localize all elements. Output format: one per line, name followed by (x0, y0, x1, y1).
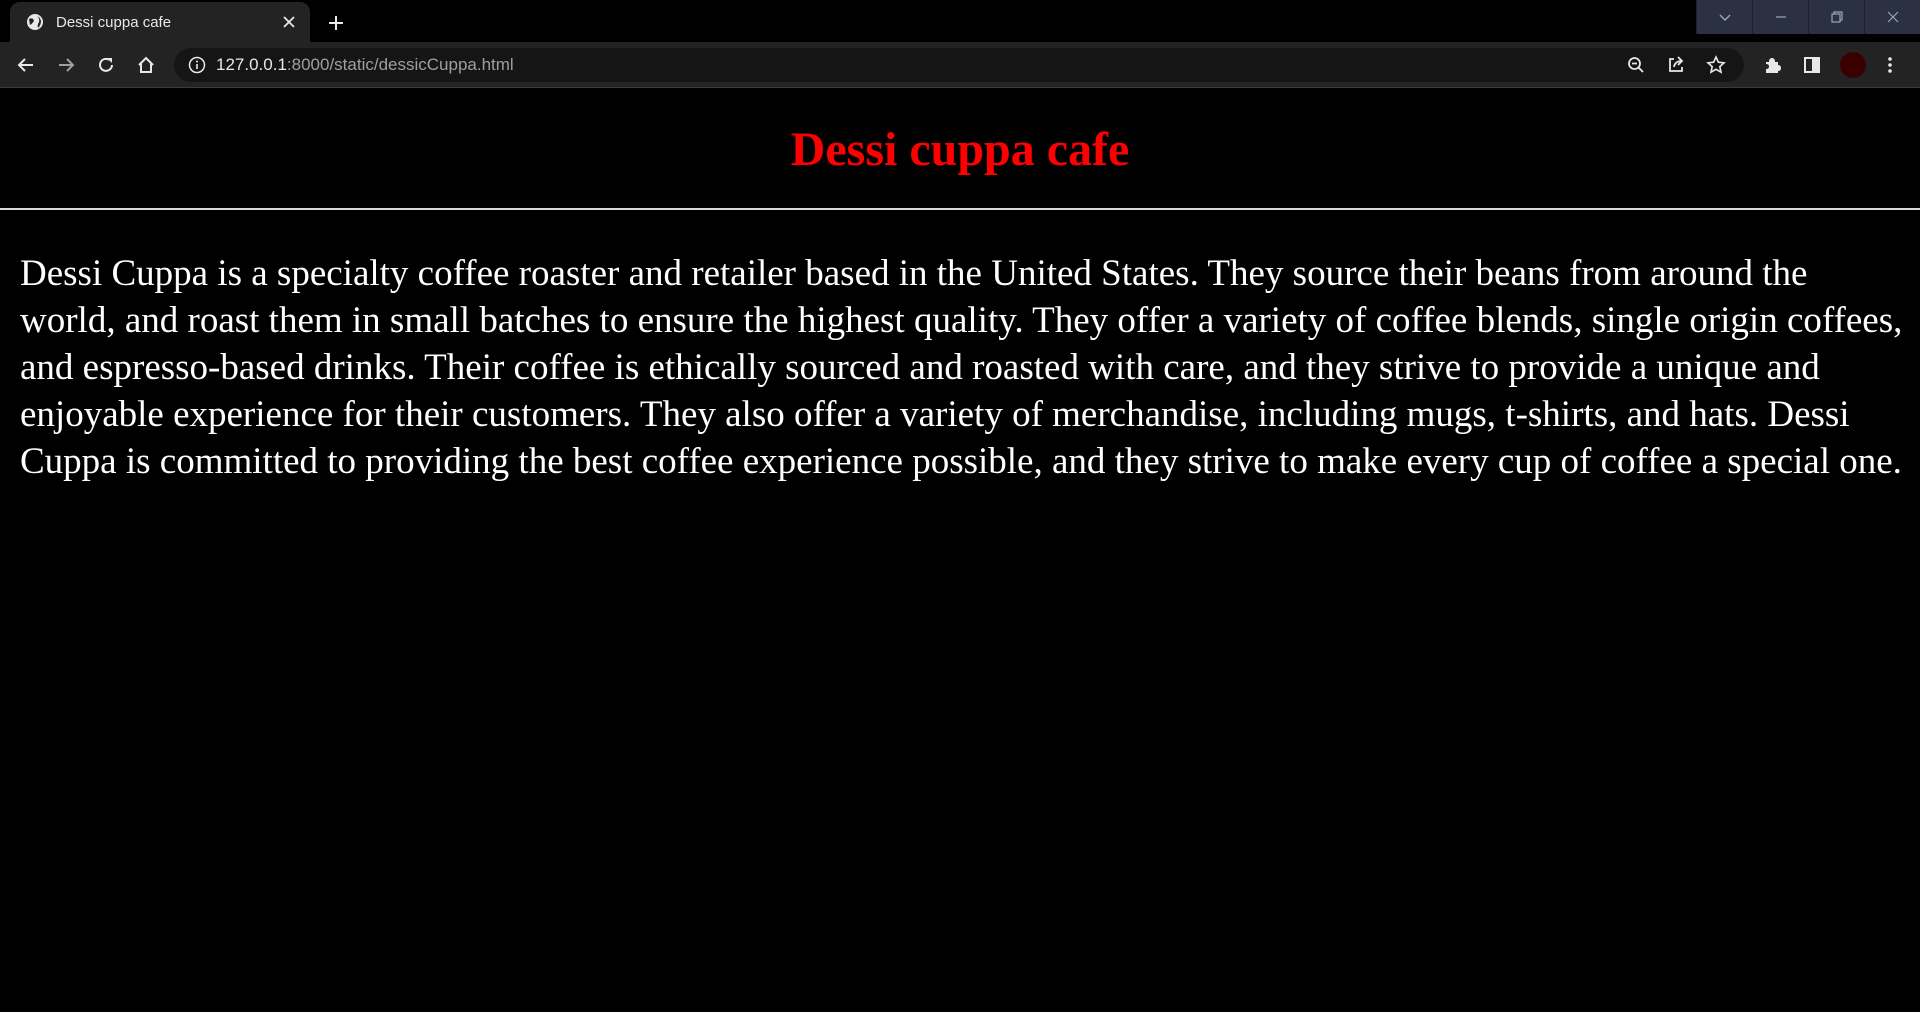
window-close-icon[interactable] (1864, 0, 1920, 34)
plus-icon[interactable] (322, 9, 350, 37)
puzzle-icon[interactable] (1754, 47, 1790, 83)
minimize-icon[interactable] (1752, 0, 1808, 34)
reload-icon[interactable] (88, 47, 124, 83)
url-path: :8000/static/dessicCuppa.html (286, 54, 514, 74)
close-icon[interactable] (278, 11, 300, 33)
page-title: Dessi cuppa cafe (790, 123, 1130, 176)
arrow-left-icon[interactable] (8, 47, 44, 83)
url-text[interactable]: 127.0.0.1:8000/static/dessicCuppa.html (216, 55, 1616, 75)
home-icon[interactable] (128, 47, 164, 83)
tab-active[interactable]: Dessi cuppa cafe (10, 2, 310, 42)
browser-window: Dessi cuppa cafe 127.0.0.1:8000/static/d… (0, 0, 1920, 1012)
address-bar[interactable]: 127.0.0.1:8000/static/dessicCuppa.html (174, 47, 1744, 82)
kebab-menu-icon[interactable] (1872, 47, 1908, 83)
toolbar-right (1754, 47, 1912, 83)
address-bar-actions (1616, 50, 1736, 80)
restore-icon[interactable] (1808, 0, 1864, 34)
side-panel-icon[interactable] (1794, 47, 1830, 83)
tab-search-chevron-down-icon[interactable] (1696, 0, 1752, 34)
tab-title: Dessi cuppa cafe (56, 13, 172, 31)
tab-strip: Dessi cuppa cafe (0, 0, 1920, 42)
page-viewport: Dessi cuppa cafe Dessi Cuppa is a specia… (0, 88, 1920, 1012)
arrow-right-icon[interactable] (48, 47, 84, 83)
zoom-icon[interactable] (1616, 50, 1656, 80)
info-icon[interactable] (186, 54, 208, 76)
profile-avatar[interactable] (1840, 51, 1866, 78)
share-icon[interactable] (1656, 50, 1696, 80)
star-icon[interactable] (1696, 50, 1736, 80)
browser-toolbar: 127.0.0.1:8000/static/dessicCuppa.html (0, 42, 1920, 88)
page-paragraph: Dessi Cuppa is a specialty coffee roaste… (20, 253, 1903, 482)
window-controls (1696, 0, 1920, 34)
globe-icon (26, 13, 44, 31)
url-host: 127.0.0.1 (216, 54, 287, 74)
